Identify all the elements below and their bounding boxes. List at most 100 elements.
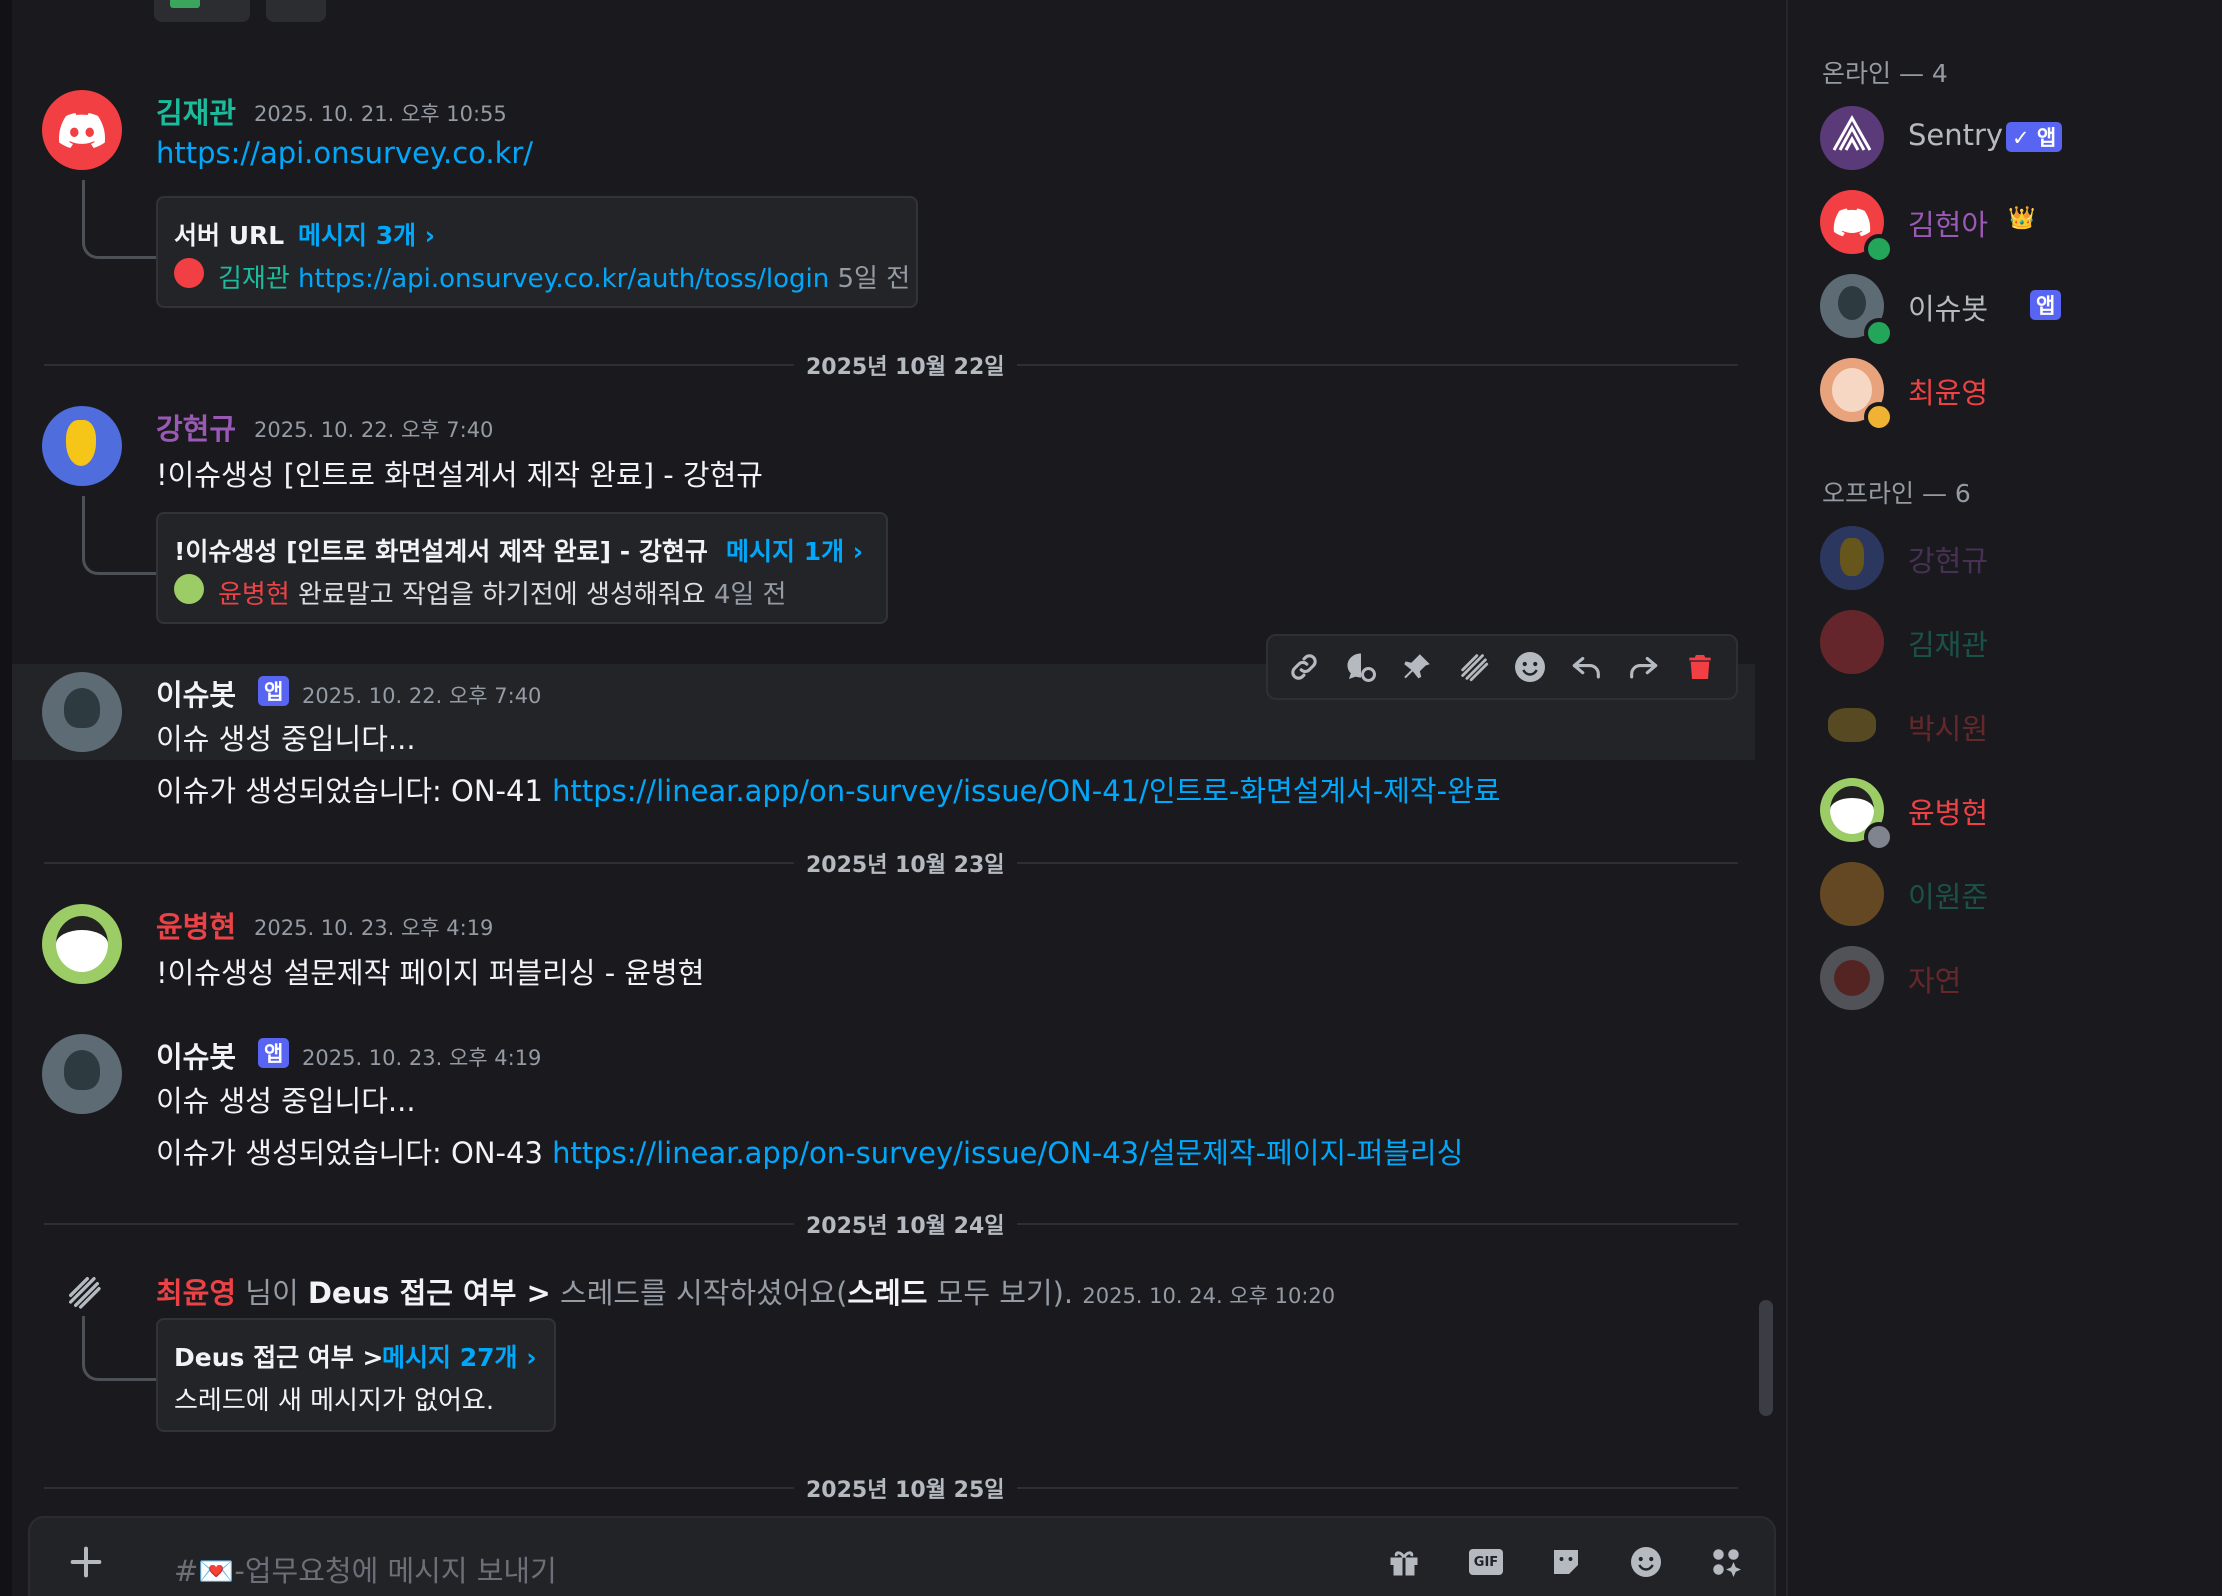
verified-app-badge: ✓ 앱 xyxy=(2006,122,2063,152)
avatar xyxy=(1820,610,1884,674)
avatar[interactable] xyxy=(42,672,122,752)
emoji-icon[interactable] xyxy=(1626,1542,1666,1582)
thread-started-icon xyxy=(64,1272,104,1316)
member-name: 김재관 xyxy=(1908,628,1989,662)
member-sentry[interactable]: Sentry ✓ 앱 xyxy=(1820,102,2200,174)
avatar xyxy=(1820,946,1884,1010)
thread-preview[interactable]: !이슈생성 [인트로 화면설계서 제작 완료] - 강현규 메시지 1개 › 윤… xyxy=(156,512,888,624)
message-timestamp: 2025. 10. 22. 오후 7:40 xyxy=(254,418,494,442)
thread-connector xyxy=(82,1316,165,1381)
delete-icon[interactable] xyxy=(1678,645,1722,689)
message-author[interactable]: 윤병현 xyxy=(156,904,236,946)
message-author[interactable]: 이슈봇 xyxy=(156,1034,236,1076)
message-timestamp: 2025. 10. 24. 오후 10:20 xyxy=(1082,1284,1336,1308)
notice-text: 스레드를 시작하셨어요( xyxy=(560,1276,848,1310)
member-jayeon[interactable]: 자연 xyxy=(1820,942,2200,1014)
avatar[interactable] xyxy=(42,1034,122,1114)
member-name: 김현아 xyxy=(1908,208,1989,242)
create-thread-icon[interactable] xyxy=(1339,645,1383,689)
add-reaction-icon[interactable] xyxy=(1508,645,1552,689)
member-issuebot[interactable]: 이슈봇 앱 xyxy=(1820,270,2200,348)
avatar[interactable] xyxy=(42,406,122,486)
member-yunbyunghyun[interactable]: 윤병현 xyxy=(1820,774,2200,852)
thread-message-count[interactable]: 메시지 27개 › xyxy=(382,1338,537,1374)
add-reaction-icon[interactable] xyxy=(266,0,326,22)
thread-connector xyxy=(82,180,165,259)
check-emoji-icon xyxy=(170,0,200,8)
message-content: !이슈생성 설문제작 페이지 퍼블리싱 - 윤병현 xyxy=(156,956,705,990)
online-header: 온라인 — 4 xyxy=(1822,59,1948,88)
message-timestamp: 2025. 10. 23. 오후 4:19 xyxy=(254,916,494,940)
message-content: !이슈생성 [인트로 화면설계서 제작 완료] - 강현규 xyxy=(156,458,763,492)
person-avatar-icon xyxy=(64,688,100,728)
sentry-logo-icon xyxy=(1832,114,1872,151)
guild-sidebar-edge xyxy=(0,0,12,1596)
member-name: 최윤영 xyxy=(1908,376,1989,410)
thread-age: 4일 전 xyxy=(713,580,787,610)
threads-icon[interactable] xyxy=(1452,645,1496,689)
see-all-threads-link[interactable]: 스레드 xyxy=(847,1276,927,1310)
issue-created-text: 이슈가 생성되었습니다: ON-41 xyxy=(156,774,543,808)
offline-header: 오프라인 — 6 xyxy=(1822,479,1971,508)
thread-last-link[interactable]: https://api.onsurvey.co.kr/auth/toss/log… xyxy=(298,264,829,294)
app-badge: 앱 xyxy=(258,676,290,706)
thread-empty-text: 스레드에 새 메시지가 없어요. xyxy=(174,1386,495,1416)
message-timestamp: 2025. 10. 23. 오후 4:19 xyxy=(302,1046,542,1070)
thread-preview[interactable]: 서버 URL 메시지 3개 › 김재관 https://api.onsurvey… xyxy=(156,196,918,308)
member-kanghyungyu[interactable]: 강현규 xyxy=(1820,522,2200,594)
thread-preview[interactable]: Deus 접근 여부 > 메시지 27개 › 스레드에 새 메시지가 없어요. xyxy=(156,1318,556,1432)
copy-link-icon[interactable] xyxy=(1282,645,1326,689)
thread-last-text: 완료말고 작업을 하기전에 생성해줘요 xyxy=(298,580,706,610)
date-divider-label: 2025년 10월 25일 xyxy=(794,1472,1017,1504)
message-link[interactable]: https://api.onsurvey.co.kr/ xyxy=(156,136,533,170)
mini-avatar xyxy=(174,574,204,604)
thread-message-count[interactable]: 메시지 3개 › xyxy=(298,216,435,252)
thread-name[interactable]: Deus 접근 여부 > xyxy=(308,1276,551,1310)
gift-icon[interactable] xyxy=(1384,1542,1424,1582)
sticker-icon[interactable] xyxy=(1546,1542,1586,1582)
reaction-partial[interactable] xyxy=(154,0,250,22)
member-name: 이슈봇 xyxy=(1908,292,1989,326)
message-input[interactable]: #💌-업무요청에 메시지 보내기 xyxy=(174,1548,557,1590)
upload-plus-icon[interactable] xyxy=(66,1542,106,1582)
avatar[interactable] xyxy=(42,904,122,984)
notice-text: 님이 xyxy=(245,1276,299,1310)
discord-logo-icon xyxy=(1833,208,1871,237)
app-badge: 앱 xyxy=(2030,290,2062,320)
message-content: 이슈가 생성되었습니다: ON-41 https://linear.app/on… xyxy=(156,768,1500,810)
member-kimjaegwan[interactable]: 김재관 xyxy=(1820,606,2200,678)
gif-icon[interactable]: GIF xyxy=(1466,1542,1506,1582)
pin-icon[interactable] xyxy=(1395,645,1439,689)
member-name: 자연 xyxy=(1908,964,1962,998)
message-author[interactable]: 이슈봇 xyxy=(156,672,236,714)
apps-icon[interactable] xyxy=(1706,1542,1746,1582)
idle-status-icon xyxy=(1864,402,1894,432)
thread-title: 서버 URL xyxy=(174,221,285,250)
member-choiyunyoung[interactable]: 최윤영 xyxy=(1820,354,2200,432)
message-timestamp: 2025. 10. 22. 오후 7:40 xyxy=(302,684,542,708)
issue-link[interactable]: https://linear.app/on-survey/issue/ON-43… xyxy=(552,1136,1463,1170)
chat-pane: 김재관 2025. 10. 21. 오후 10:55 https://api.o… xyxy=(12,0,1786,1596)
message-content: 이슈가 생성되었습니다: ON-43 https://linear.app/on… xyxy=(156,1130,1463,1172)
thread-message-count[interactable]: 메시지 1개 › xyxy=(726,532,863,568)
thread-start-notice: 최윤영 님이 Deus 접근 여부 > 스레드를 시작하셨어요(스레드 모두 보… xyxy=(156,1270,1335,1312)
message-author[interactable]: 최윤영 xyxy=(156,1276,236,1310)
reply-icon[interactable] xyxy=(1565,645,1609,689)
thread-last-message: 김재관 https://api.onsurvey.co.kr/auth/toss… xyxy=(218,258,910,295)
message-author[interactable]: 김재관 xyxy=(156,90,236,132)
forward-icon[interactable] xyxy=(1621,645,1665,689)
online-status-icon xyxy=(1864,318,1894,348)
member-name: 강현규 xyxy=(1908,544,1989,578)
member-parksiwon[interactable]: 박시원 xyxy=(1820,690,2200,762)
message-content: 이슈 생성 중입니다... xyxy=(156,1084,416,1118)
member-leewonjun[interactable]: 이원준 xyxy=(1820,858,2200,930)
avatar[interactable] xyxy=(42,90,122,170)
scrollbar-thumb[interactable] xyxy=(1759,1300,1773,1416)
message-author[interactable]: 강현규 xyxy=(156,406,236,448)
message-composer[interactable]: #💌-업무요청에 메시지 보내기 GIF xyxy=(28,1516,1776,1596)
issue-link[interactable]: https://linear.app/on-survey/issue/ON-41… xyxy=(552,774,1500,808)
thread-last-message: 윤병현 완료말고 작업을 하기전에 생성해줘요 4일 전 xyxy=(218,574,786,611)
member-list: 온라인 — 4 Sentry ✓ 앱 김현아 👑 이슈봇 앱 최윤영 오프라인 … xyxy=(1786,0,2222,1596)
member-kimhyuna[interactable]: 김현아 👑 xyxy=(1820,186,2200,264)
thread-age: 5일 전 xyxy=(837,264,911,294)
